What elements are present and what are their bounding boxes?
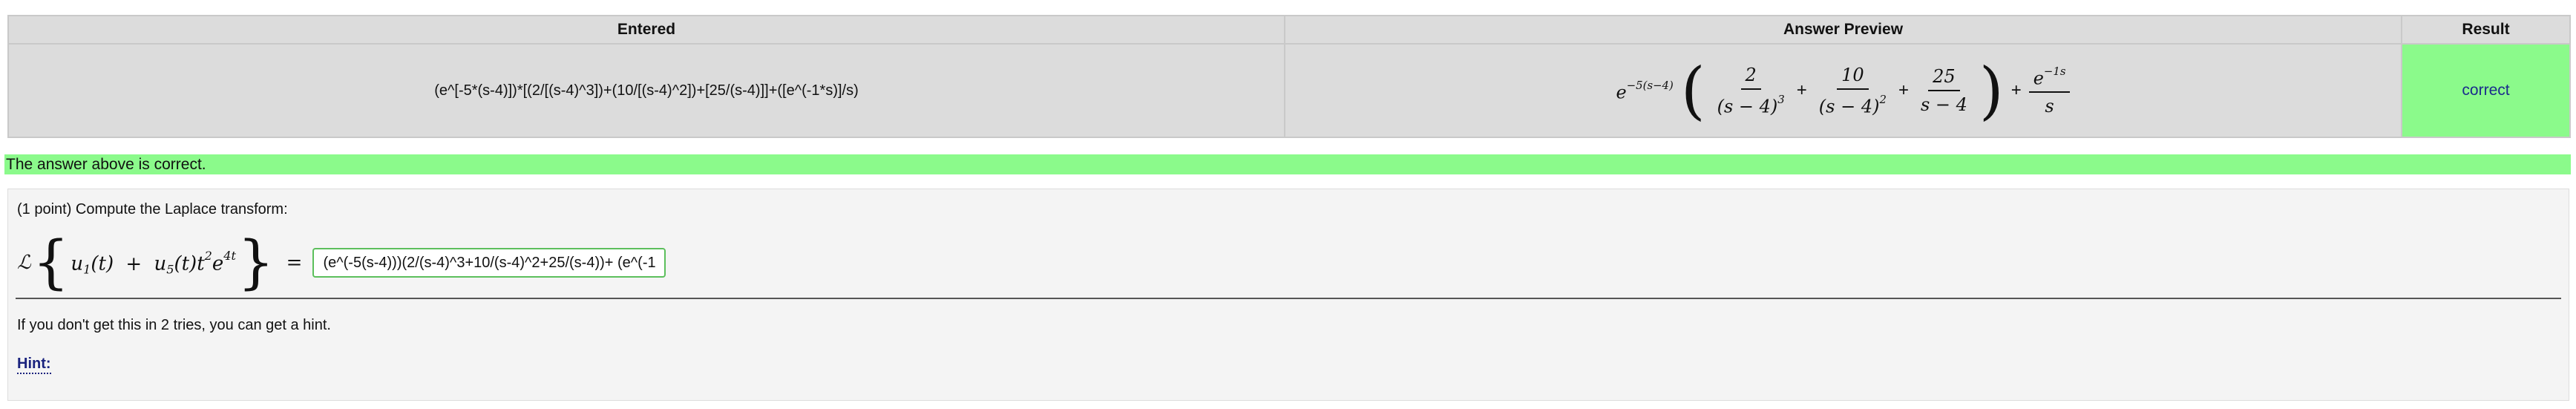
hint-instructions: If you don't get this in 2 tries, you ca… xyxy=(17,317,331,333)
divider xyxy=(16,298,2561,299)
right-brace: } xyxy=(237,229,275,296)
preview-exp-power: −5(s−4) xyxy=(1626,78,1674,92)
left-paren: ( xyxy=(1680,54,1705,127)
plus-sign: + xyxy=(2010,80,2022,100)
entered-answer-cell: (e^[-5*(s-4)])*[(2/[(s-4)^3])+(10/[(s-4)… xyxy=(7,43,1285,138)
table-row: (e^[-5*(s-4)])*[(2/[(s-4)^3])+(10/[(s-4)… xyxy=(7,43,2571,138)
result-cell: correct xyxy=(2401,43,2571,138)
result-header: Result xyxy=(2401,15,2571,45)
answer-preview-cell: e−5(s−4) ( 2 (s − 4)3 + 10 (s − 4)2 + 25… xyxy=(1284,43,2402,138)
problem-intro: (1 point) Compute the Laplace transform: xyxy=(17,201,288,217)
preview-term4: e−1s s xyxy=(2028,65,2071,117)
preview-term2: 10 (s − 4)2 xyxy=(1818,64,1887,117)
right-paren: ) xyxy=(1979,54,2004,127)
hint-link[interactable]: Hint: xyxy=(17,356,51,374)
answer-input[interactable] xyxy=(312,248,666,278)
results-header-row: Entered Answer Preview Result xyxy=(7,15,2571,45)
plus-sign: + xyxy=(1898,80,1909,100)
plus-sign: + xyxy=(1796,80,1807,100)
answer-preview-header: Answer Preview xyxy=(1284,15,2402,45)
laplace-operator: ℒ xyxy=(17,252,31,274)
equals-sign: = xyxy=(286,252,303,274)
correct-banner: The answer above is correct. xyxy=(4,154,2571,174)
left-brace: { xyxy=(32,229,70,296)
laplace-equation: ℒ { u1(t) + u5(t)t2e4t } = xyxy=(17,234,666,292)
preview-exp-base: e xyxy=(1616,82,1627,103)
results-table: Entered Answer Preview Result (e^[-5*(s-… xyxy=(7,15,2571,138)
entered-header: Entered xyxy=(7,15,1285,45)
problem-box: (1 point) Compute the Laplace transform:… xyxy=(7,189,2569,401)
preview-term1: 2 (s − 4)3 xyxy=(1717,64,1785,117)
answer-preview-math: e−5(s−4) ( 2 (s − 4)3 + 10 (s − 4)2 + 25… xyxy=(1616,59,2071,122)
preview-term3: 25 s − 4 xyxy=(1920,66,1967,115)
